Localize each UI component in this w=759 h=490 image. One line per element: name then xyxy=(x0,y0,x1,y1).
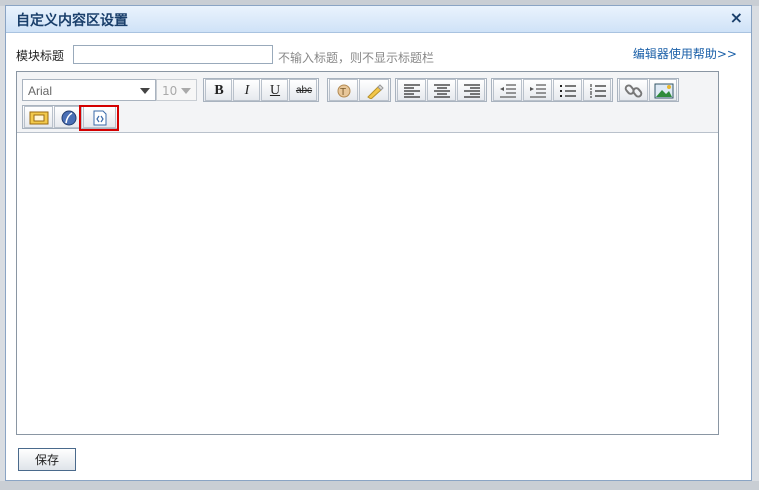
indent-icon xyxy=(530,84,546,98)
strikethrough-label: abc xyxy=(295,85,313,96)
dialog-title: 自定义内容区设置 xyxy=(16,13,128,29)
flash-icon xyxy=(61,110,77,126)
link-icon xyxy=(624,84,643,98)
image-icon xyxy=(654,83,674,99)
custom-content-dialog: 自定义内容区设置 × 模块标题 不输入标题，则不显示标题栏 编辑器使用帮助>> … xyxy=(5,5,752,481)
highlight-button[interactable] xyxy=(359,79,389,101)
bold-button[interactable]: B xyxy=(205,79,232,101)
link-button[interactable] xyxy=(619,79,648,101)
indent-button[interactable] xyxy=(523,79,552,101)
italic-button[interactable]: I xyxy=(233,79,260,101)
outdent-button[interactable] xyxy=(493,79,522,101)
module-title-input[interactable] xyxy=(73,45,273,64)
chevron-down-icon xyxy=(140,88,150,94)
font-size-select[interactable]: 10 xyxy=(156,79,197,101)
editor-content-area[interactable] xyxy=(17,133,718,434)
underline-button[interactable]: U xyxy=(261,79,288,101)
align-right-button[interactable] xyxy=(457,79,485,101)
font-color-icon: T xyxy=(337,84,351,98)
numbered-list-icon xyxy=(590,84,606,98)
editor-toolbar: Arial 10 B I U abc T xyxy=(17,72,718,133)
bold-label: B xyxy=(214,83,224,98)
module-title-hint: 不输入标题，则不显示标题栏 xyxy=(278,51,435,65)
insert-media-button[interactable] xyxy=(24,106,53,128)
module-title-label: 模块标题 xyxy=(16,49,65,63)
background-page-strip-bottom xyxy=(0,481,759,490)
save-button[interactable]: 保存 xyxy=(18,448,76,471)
svg-text:T: T xyxy=(340,87,346,98)
font-size-value: 10 xyxy=(162,84,178,98)
highlight-pen-icon xyxy=(367,84,384,99)
close-icon[interactable]: × xyxy=(730,8,743,27)
align-left-button[interactable] xyxy=(397,79,426,101)
underline-label: U xyxy=(269,83,281,98)
align-left-icon xyxy=(404,84,420,98)
chevron-down-icon xyxy=(181,88,191,94)
dialog-titlebar: 自定义内容区设置 × xyxy=(6,6,751,33)
source-code-highlight-box xyxy=(79,105,119,131)
bullet-list-icon xyxy=(560,85,576,97)
strikethrough-button[interactable]: abc xyxy=(289,79,317,101)
font-family-select[interactable]: Arial xyxy=(22,79,156,101)
rich-text-editor: Arial 10 B I U abc T xyxy=(16,71,719,435)
align-center-icon xyxy=(434,84,450,98)
align-right-icon xyxy=(464,84,480,98)
outdent-icon xyxy=(500,84,516,98)
bullet-list-button[interactable] xyxy=(553,79,582,101)
align-center-button[interactable] xyxy=(427,79,456,101)
editor-help-link[interactable]: 编辑器使用帮助>> xyxy=(633,45,737,62)
font-family-value: Arial xyxy=(28,84,53,98)
media-icon xyxy=(29,111,49,125)
italic-label: I xyxy=(244,83,250,98)
font-color-button[interactable]: T xyxy=(329,79,358,101)
insert-image-button[interactable] xyxy=(649,79,677,101)
numbered-list-button[interactable] xyxy=(583,79,611,101)
insert-flash-button[interactable] xyxy=(54,106,82,128)
